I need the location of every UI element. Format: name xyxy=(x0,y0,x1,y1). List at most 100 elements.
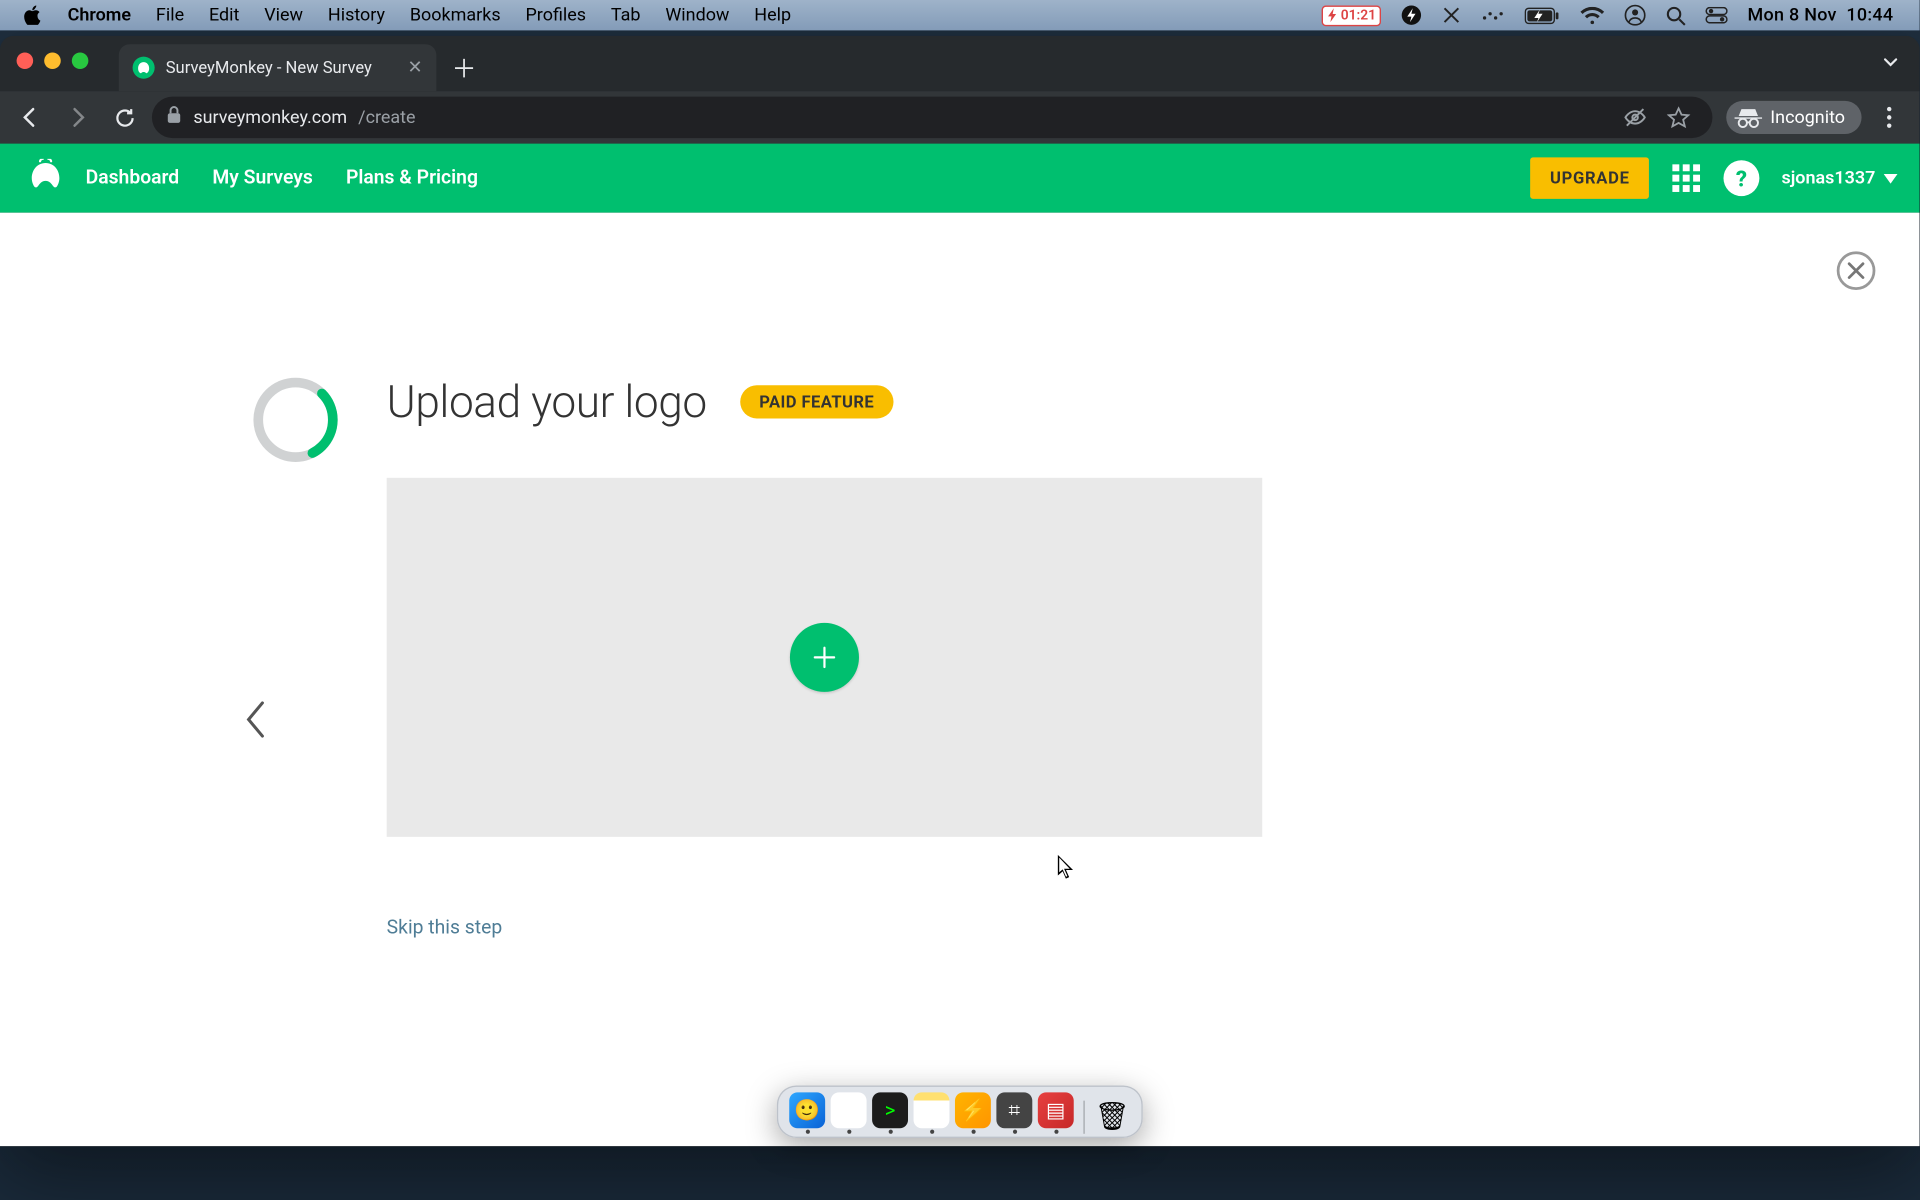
menu-view[interactable]: View xyxy=(252,5,316,26)
surveymonkey-logo-icon xyxy=(22,159,69,198)
wifi-icon xyxy=(1580,6,1605,24)
status-time[interactable]: 10:44 xyxy=(1846,0,1903,30)
tab-strip: SurveyMonkey - New Survey ✕ ＋ xyxy=(0,36,1920,91)
nav-plans[interactable]: Plans & Pricing xyxy=(346,167,478,189)
dock-screenshot-icon: ⌗ xyxy=(996,1092,1032,1128)
app-header: Dashboard My Surveys Plans & Pricing UPG… xyxy=(0,144,1920,213)
dock-screenshot[interactable]: ⌗ xyxy=(996,1092,1032,1133)
menu-edit[interactable]: Edit xyxy=(197,5,252,26)
dock-notes[interactable] xyxy=(914,1092,950,1133)
dock-msremote[interactable]: ▤ xyxy=(1038,1092,1074,1133)
status-dots[interactable] xyxy=(1471,0,1515,30)
dock-chrome-icon: ◉ xyxy=(831,1092,867,1128)
page-content: Upload your logo PAID FEATURE Skip this … xyxy=(0,213,1920,1147)
username: sjonas1337 xyxy=(1781,168,1875,189)
battery-timer-value: 01:21 xyxy=(1341,8,1376,23)
status-spotlight[interactable] xyxy=(1656,0,1696,30)
nav-reload-button[interactable] xyxy=(105,98,144,137)
plus-icon xyxy=(812,645,837,670)
dock-chrome[interactable]: ◉ xyxy=(831,1092,867,1133)
caret-down-icon xyxy=(1884,173,1898,183)
upgrade-button[interactable]: UPGRADE xyxy=(1531,157,1649,198)
logo-dropzone[interactable] xyxy=(387,478,1263,837)
status-quick-action[interactable] xyxy=(1391,0,1432,30)
dock-running-dot xyxy=(929,1130,933,1134)
incognito-label: Incognito xyxy=(1770,107,1845,128)
new-tab-button[interactable]: ＋ xyxy=(445,48,484,87)
skip-step-link[interactable]: Skip this step xyxy=(387,917,503,939)
nav-forward-button[interactable] xyxy=(58,98,97,137)
menu-tab[interactable]: Tab xyxy=(598,5,652,26)
crossed-tools-icon xyxy=(1442,6,1461,25)
menu-help[interactable]: Help xyxy=(742,5,804,26)
tabs-dropdown[interactable] xyxy=(1881,51,1900,77)
dock-trash[interactable]: 🗑 xyxy=(1094,1098,1130,1134)
window-close[interactable] xyxy=(17,52,34,69)
brand-logo[interactable] xyxy=(22,155,69,202)
menu-profiles[interactable]: Profiles xyxy=(513,5,598,26)
dock-finder[interactable]: 🙂 xyxy=(789,1092,825,1133)
dock-running-dot xyxy=(1054,1130,1058,1134)
dock-separator xyxy=(1083,1101,1084,1134)
close-icon xyxy=(1846,261,1865,280)
status-tool[interactable] xyxy=(1433,0,1472,30)
bookmark-button[interactable] xyxy=(1660,98,1699,137)
eye-off-icon xyxy=(1623,105,1648,130)
menu-app-name[interactable]: Chrome xyxy=(55,5,143,26)
kebab-icon xyxy=(1886,106,1892,128)
incognito-icon xyxy=(1734,106,1762,128)
menu-window[interactable]: Window xyxy=(653,5,742,26)
search-icon xyxy=(1666,5,1687,26)
dock-notes-icon xyxy=(914,1092,950,1128)
dock-finder-icon: 🙂 xyxy=(789,1092,825,1128)
tab-favicon xyxy=(133,57,155,79)
macos-dock: 🙂◉> ⚡⌗▤ 🗑 xyxy=(777,1085,1143,1137)
primary-nav: Dashboard My Surveys Plans & Pricing xyxy=(86,167,478,189)
dock-app-y[interactable]: ⚡ xyxy=(955,1092,991,1133)
incognito-indicator[interactable]: Incognito xyxy=(1726,101,1862,134)
tab-close-button[interactable]: ✕ xyxy=(408,57,423,78)
status-control-center[interactable] xyxy=(1696,0,1737,30)
star-icon xyxy=(1667,106,1690,129)
control-center-icon xyxy=(1706,7,1728,24)
dock-terminal[interactable]: > xyxy=(872,1092,908,1133)
menu-history[interactable]: History xyxy=(315,5,397,26)
window-minimize[interactable] xyxy=(44,52,61,69)
trash-icon: 🗑 xyxy=(1094,1098,1130,1134)
browser-tab-active[interactable]: SurveyMonkey - New Survey ✕ xyxy=(119,44,437,91)
nav-dashboard[interactable]: Dashboard xyxy=(86,167,180,189)
nav-my-surveys[interactable]: My Surveys xyxy=(212,167,312,189)
user-menu[interactable]: sjonas1337 xyxy=(1781,168,1897,189)
dock-running-dot xyxy=(1012,1130,1016,1134)
status-battery[interactable] xyxy=(1516,0,1571,30)
macos-menu-bar: Chrome File Edit View History Bookmarks … xyxy=(0,0,1920,30)
question-mark-icon: ? xyxy=(1736,165,1747,191)
browser-menu-button[interactable] xyxy=(1870,98,1909,137)
dock-terminal-icon: > xyxy=(872,1092,908,1128)
nav-back-button[interactable] xyxy=(11,98,50,137)
tracking-off-button[interactable] xyxy=(1616,98,1655,137)
add-logo-button[interactable] xyxy=(790,623,859,692)
status-battery-timer[interactable]: 01:21 xyxy=(1312,0,1392,30)
battery-icon xyxy=(1525,6,1561,24)
status-date[interactable]: Mon 8 Nov xyxy=(1738,0,1847,30)
user-circle-icon xyxy=(1625,4,1647,26)
paid-feature-badge: PAID FEATURE xyxy=(740,385,894,418)
apps-launcher[interactable] xyxy=(1671,163,1701,193)
window-zoom[interactable] xyxy=(72,52,89,69)
progress-ring xyxy=(251,376,339,464)
menu-file[interactable]: File xyxy=(143,5,196,26)
dots-icon xyxy=(1481,8,1506,22)
status-wifi[interactable] xyxy=(1571,0,1615,30)
close-wizard-button[interactable] xyxy=(1837,251,1876,290)
apple-menu[interactable] xyxy=(11,6,55,25)
grid-icon xyxy=(1671,163,1701,193)
reload-icon xyxy=(113,106,136,129)
status-user[interactable] xyxy=(1615,0,1656,30)
wizard-back-button[interactable] xyxy=(243,699,268,746)
dock-app-y-icon: ⚡ xyxy=(955,1092,991,1128)
menu-bookmarks[interactable]: Bookmarks xyxy=(397,5,513,26)
chevron-down-icon xyxy=(1881,52,1900,71)
help-button[interactable]: ? xyxy=(1723,160,1759,196)
address-bar[interactable]: surveymonkey.com/create xyxy=(152,97,1712,138)
